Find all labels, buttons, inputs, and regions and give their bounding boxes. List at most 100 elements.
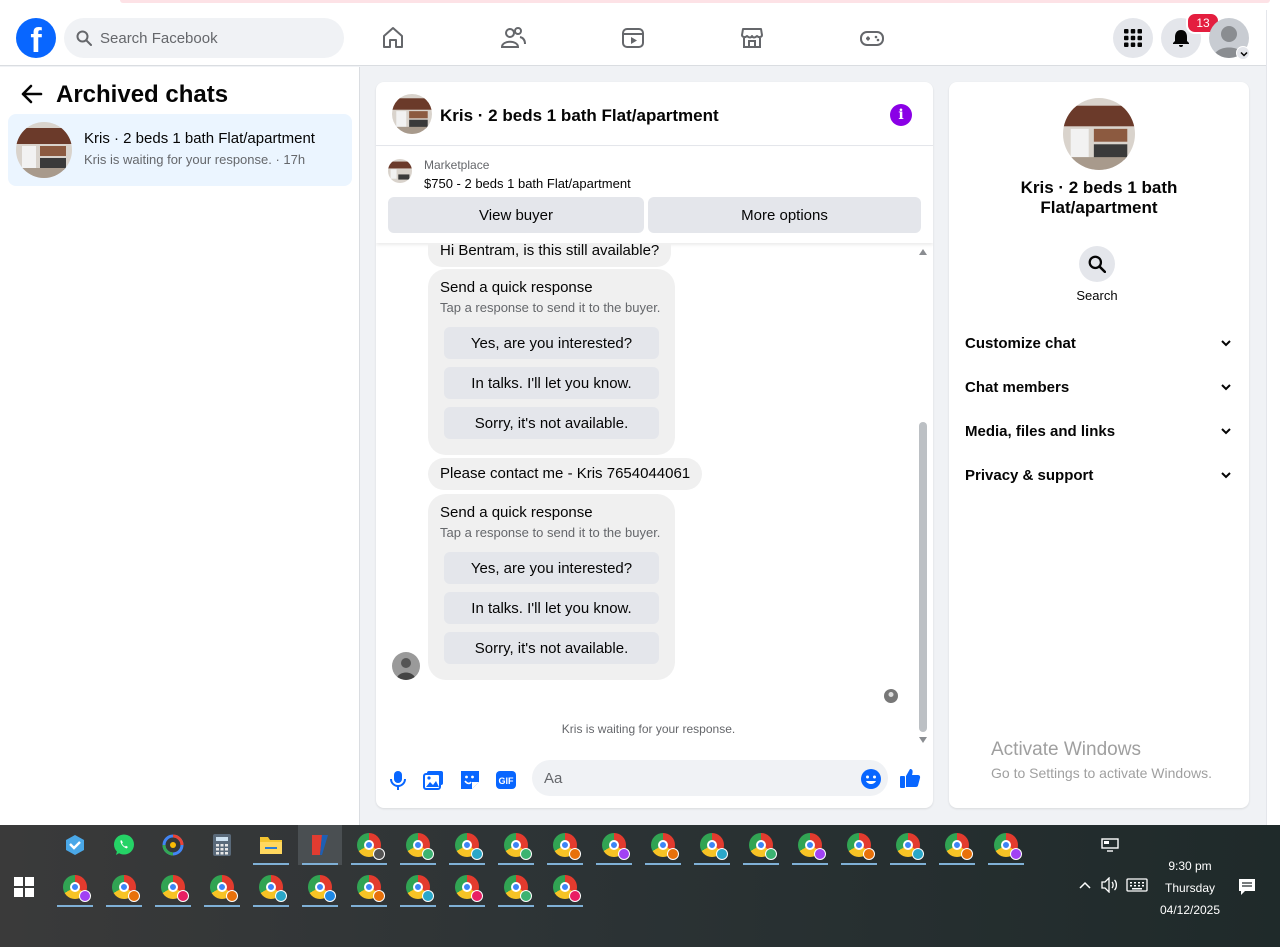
quick-response-option[interactable]: Yes, are you interested?: [444, 552, 659, 584]
taskbar-calculator[interactable]: [200, 825, 244, 865]
chat-list-item[interactable]: Kris · 2 beds 1 bath Flat/apartment Kris…: [8, 114, 352, 186]
emoji-icon[interactable]: [859, 767, 883, 791]
watermark-title: Activate Windows: [991, 739, 1141, 760]
chrome-icon: [847, 833, 875, 860]
chrome-icon: [651, 833, 679, 860]
chrome-icon: [161, 875, 189, 902]
search-facebook-box[interactable]: [64, 18, 344, 58]
taskbar-chrome-profile[interactable]: [102, 867, 146, 907]
taskbar-chrome-profile[interactable]: [690, 825, 734, 865]
desktop-display-icon[interactable]: [1101, 838, 1119, 852]
quick-response-option[interactable]: In talks. I'll let you know.: [444, 367, 659, 399]
quick-response-option[interactable]: Sorry, it's not available.: [444, 632, 659, 664]
photo-icon[interactable]: [422, 768, 446, 792]
search-input[interactable]: [100, 29, 320, 47]
quick-response-option[interactable]: Sorry, it's not available.: [444, 407, 659, 439]
taskbar-chrome-profile[interactable]: [984, 825, 1028, 865]
taskbar-google-app[interactable]: [151, 825, 195, 865]
taskbar-chrome-profile[interactable]: [494, 867, 538, 907]
taskbar-app-icon[interactable]: [53, 825, 97, 865]
message-input-box[interactable]: [532, 760, 888, 796]
privacy-support-section[interactable]: Privacy & support: [957, 453, 1241, 497]
taskbar-chrome-profile[interactable]: [200, 867, 244, 907]
notification-center-icon[interactable]: [1238, 878, 1256, 896]
sender-avatar[interactable]: [392, 652, 420, 680]
marketplace-listing-panel: Marketplace $750 - 2 beds 1 bath Flat/ap…: [376, 147, 933, 243]
conversation-title[interactable]: Kris · 2 beds 1 bath Flat/apartment: [440, 106, 719, 126]
nav-gaming[interactable]: [816, 18, 928, 58]
taskbar-chrome-profile[interactable]: [886, 825, 930, 865]
video-icon: [622, 28, 644, 48]
taskbar-chrome-profile[interactable]: [396, 867, 440, 907]
taskbar-whatsapp[interactable]: [102, 825, 146, 865]
taskbar-chrome-profile[interactable]: [445, 867, 489, 907]
taskbar-chrome-profile[interactable]: [592, 825, 636, 865]
chat-members-section[interactable]: Chat members: [957, 365, 1241, 409]
chevron-up-icon[interactable]: [1078, 880, 1092, 890]
clock-day: Thursday: [1164, 881, 1216, 895]
like-icon[interactable]: [898, 766, 922, 790]
nav-friends[interactable]: [457, 18, 569, 58]
seen-indicator-avatar: [884, 689, 898, 703]
listing-price-title[interactable]: $750 - 2 beds 1 bath Flat/apartment: [424, 176, 631, 191]
page-scrollbar[interactable]: [1266, 10, 1280, 825]
quick-response-option[interactable]: Yes, are you interested?: [444, 327, 659, 359]
taskbar-chrome-profile[interactable]: [739, 825, 783, 865]
taskbar-chrome-profile[interactable]: [53, 867, 97, 907]
taskbar-chrome-profile[interactable]: [151, 867, 195, 907]
taskbar-chrome-profile[interactable]: [641, 825, 685, 865]
facebook-logo[interactable]: f: [16, 18, 56, 58]
taskbar-active-app[interactable]: [298, 825, 342, 865]
taskbar-chrome-profile[interactable]: [543, 825, 587, 865]
account-chevron-icon[interactable]: [1236, 46, 1250, 60]
marketplace-icon: [741, 28, 763, 48]
message-scrollbar[interactable]: [917, 247, 929, 747]
taskbar-chrome-profile[interactable]: [347, 825, 391, 865]
windows-start-button[interactable]: [14, 877, 34, 902]
taskbar-chrome-profile[interactable]: [445, 825, 489, 865]
gif-icon[interactable]: GIF: [494, 768, 518, 792]
waiting-status: Kris is waiting for your response.: [561, 722, 736, 736]
customize-chat-section[interactable]: Customize chat: [957, 321, 1241, 365]
chrome-icon: [406, 833, 434, 860]
chat-preview: Kris is waiting for your response. · 17h: [84, 152, 306, 167]
menu-button[interactable]: [1113, 18, 1153, 58]
facebook-header: f 13: [0, 10, 1266, 66]
page-title: Archived chats: [56, 81, 229, 108]
chat-details-panel: Kris · 2 beds 1 bath Flat/apartment Sear…: [949, 82, 1249, 808]
taskbar-chrome-profile[interactable]: [543, 867, 587, 907]
details-title: Kris · 2 beds 1 bath Flat/apartment: [1020, 178, 1178, 217]
info-icon[interactable]: i: [890, 104, 912, 126]
message-composer: GIF: [376, 758, 933, 802]
taskbar-chrome-profile[interactable]: [347, 867, 391, 907]
taskbar-chrome-profile[interactable]: [494, 825, 538, 865]
taskbar-file-explorer[interactable]: [249, 825, 293, 865]
chevron-down-icon: [1221, 340, 1231, 347]
taskbar-chrome-profile[interactable]: [249, 867, 293, 907]
view-buyer-button[interactable]: View buyer: [388, 197, 644, 233]
conversation-avatar[interactable]: [392, 94, 432, 134]
system-clock[interactable]: 9:30 pm Thursday 04/12/2025: [1150, 855, 1230, 921]
chrome-icon: [553, 833, 581, 860]
taskbar-chrome-profile[interactable]: [298, 867, 342, 907]
message-input[interactable]: [544, 769, 844, 787]
search-in-conversation-button[interactable]: [1079, 246, 1115, 282]
grid-menu-icon: [1124, 29, 1142, 47]
taskbar-chrome-profile[interactable]: [788, 825, 832, 865]
back-arrow-icon[interactable]: [20, 83, 44, 110]
nav-marketplace[interactable]: [696, 18, 808, 58]
taskbar-chrome-profile[interactable]: [837, 825, 881, 865]
more-options-button[interactable]: More options: [648, 197, 921, 233]
volume-icon[interactable]: [1101, 877, 1119, 893]
media-files-links-section[interactable]: Media, files and links: [957, 409, 1241, 453]
nav-video[interactable]: [577, 18, 689, 58]
sticker-icon[interactable]: [458, 768, 482, 792]
nav-home[interactable]: [337, 18, 449, 58]
keyboard-icon[interactable]: [1126, 878, 1148, 892]
chrome-icon: [406, 875, 434, 902]
microphone-icon[interactable]: [386, 768, 410, 792]
taskbar-chrome-profile[interactable]: [396, 825, 440, 865]
quick-response-option[interactable]: In talks. I'll let you know.: [444, 592, 659, 624]
taskbar-chrome-profile[interactable]: [935, 825, 979, 865]
chrome-icon: [896, 833, 924, 860]
